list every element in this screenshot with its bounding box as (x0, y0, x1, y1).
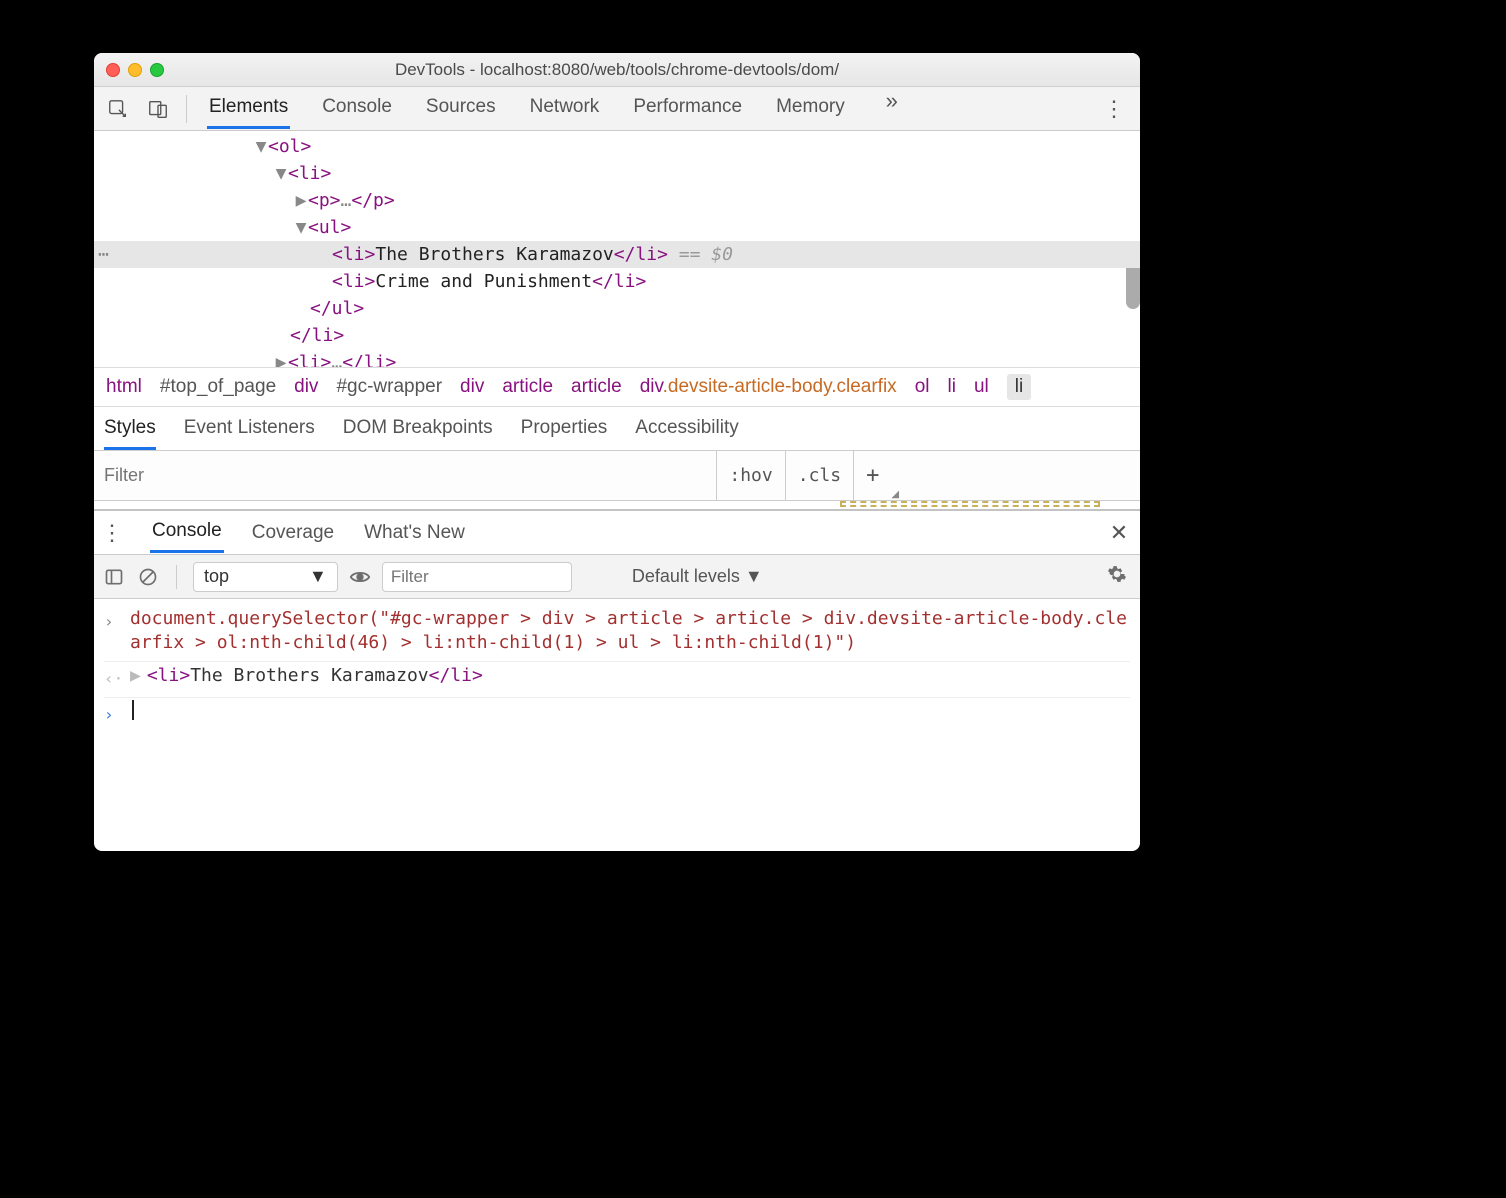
window-title: DevTools - localhost:8080/web/tools/chro… (104, 60, 1130, 80)
window-controls (106, 63, 164, 77)
settings-kebab-icon[interactable]: ⋮ (1094, 96, 1134, 122)
console-command: document.querySelector("#gc-wrapper > di… (130, 607, 1130, 655)
breadcrumb-item[interactable]: #gc-wrapper (336, 376, 442, 398)
device-toolbar-icon[interactable] (140, 98, 176, 120)
console-controls: top ▼ Default levels ▼ (94, 555, 1140, 599)
titlebar: DevTools - localhost:8080/web/tools/chro… (94, 53, 1140, 87)
console-prompt-row[interactable]: › (104, 698, 1130, 733)
breadcrumb-item[interactable]: li (1007, 374, 1031, 400)
drawer-tabs: ⋮ Console Coverage What's New ✕ (94, 511, 1140, 555)
breadcrumb-item[interactable]: article (502, 376, 553, 398)
drawer-tab-console[interactable]: Console (150, 512, 224, 553)
subtab-properties[interactable]: Properties (521, 407, 608, 450)
tab-performance[interactable]: Performance (631, 88, 744, 129)
zoom-window-button[interactable] (150, 63, 164, 77)
dom-tree-row[interactable]: </li> (94, 322, 1140, 349)
separator (176, 565, 177, 589)
hov-toggle[interactable]: :hov (716, 451, 784, 500)
minimize-window-button[interactable] (128, 63, 142, 77)
drawer-kebab-icon[interactable]: ⋮ (100, 520, 124, 546)
devtools-window: DevTools - localhost:8080/web/tools/chro… (94, 53, 1140, 851)
console-input-row: › document.querySelector("#gc-wrapper > … (104, 605, 1130, 662)
separator (186, 95, 187, 123)
input-arrow-icon: › (104, 610, 118, 634)
more-tabs-icon[interactable]: » (877, 88, 907, 129)
drawer-tab-coverage[interactable]: Coverage (250, 514, 336, 552)
breadcrumb-item[interactable]: div (294, 376, 318, 398)
subtab-dom-breakpoints[interactable]: DOM Breakpoints (343, 407, 493, 450)
subtab-accessibility[interactable]: Accessibility (635, 407, 738, 450)
expand-triangle-icon[interactable]: ▶ (130, 665, 141, 686)
box-model-preview (840, 501, 1100, 507)
cls-toggle[interactable]: .cls (785, 451, 853, 500)
breadcrumb-item[interactable]: li (947, 376, 955, 398)
tab-console[interactable]: Console (320, 88, 394, 129)
dom-tree-row[interactable]: </ul> (94, 295, 1140, 322)
elements-subtabs: Styles Event Listeners DOM Breakpoints P… (94, 407, 1140, 451)
drawer-close-icon[interactable]: ✕ (1104, 520, 1134, 546)
dom-tree-row[interactable]: ▶<p>…</p> (94, 187, 1140, 214)
dom-tree-row[interactable]: ▼<ol> (94, 133, 1140, 160)
dom-tree-row[interactable]: ▼<ul> (94, 214, 1140, 241)
clear-console-icon[interactable] (136, 567, 160, 587)
breadcrumb-item[interactable]: ul (974, 376, 989, 398)
output-arrow-icon: ‹· (104, 667, 118, 691)
breadcrumb-item[interactable]: ol (915, 376, 930, 398)
tab-memory[interactable]: Memory (774, 88, 847, 129)
drawer-tab-whatsnew[interactable]: What's New (362, 514, 467, 552)
close-window-button[interactable] (106, 63, 120, 77)
context-value: top (204, 566, 229, 587)
tab-elements[interactable]: Elements (207, 88, 290, 129)
cursor (132, 700, 134, 720)
main-toolbar: Elements Console Sources Network Perform… (94, 87, 1140, 131)
main-tabs: Elements Console Sources Network Perform… (207, 88, 1090, 129)
drawer: ⋮ Console Coverage What's New ✕ top ▼ De (94, 509, 1140, 851)
breadcrumb-item[interactable]: #top_of_page (160, 376, 276, 398)
dom-tree-row[interactable]: ⋯<li>The Brothers Karamazov</li> == $0 (94, 241, 1140, 268)
subtab-event-listeners[interactable]: Event Listeners (184, 407, 315, 450)
log-levels-selector[interactable]: Default levels ▼ (632, 566, 763, 587)
tab-network[interactable]: Network (528, 88, 602, 129)
context-selector[interactable]: top ▼ (193, 562, 338, 592)
resize-corner-icon[interactable]: ◢ (891, 489, 899, 500)
breadcrumb-item[interactable]: div.devsite-article-body.clearfix (640, 376, 897, 398)
console-filter-input[interactable] (382, 562, 572, 592)
styles-filter-input[interactable] (94, 457, 716, 494)
prompt-arrow-icon: › (104, 703, 118, 727)
new-style-rule-button[interactable]: + (853, 451, 891, 500)
dom-tree[interactable]: ▼<ol>▼<li>▶<p>…</p>▼<ul>⋯<li>The Brother… (94, 131, 1140, 367)
tab-sources[interactable]: Sources (424, 88, 498, 129)
styles-toolbar: :hov .cls + ◢ (94, 451, 1140, 501)
console-settings-gear-icon[interactable] (1102, 564, 1132, 590)
styles-content (94, 501, 1140, 509)
breadcrumb-bar: html #top_of_page div #gc-wrapper div article… (94, 367, 1140, 407)
subtab-styles[interactable]: Styles (104, 407, 156, 450)
breadcrumb-item[interactable]: div (460, 376, 484, 398)
live-expression-eye-icon[interactable] (348, 566, 372, 588)
breadcrumb-item[interactable]: article (571, 376, 622, 398)
inspect-element-icon[interactable] (100, 98, 136, 120)
console-result: ▶<li>The Brothers Karamazov</li> (130, 664, 483, 688)
chevron-down-icon: ▼ (309, 566, 327, 587)
console-log[interactable]: › document.querySelector("#gc-wrapper > … (94, 599, 1140, 739)
breadcrumb-item[interactable]: html (106, 376, 142, 398)
console-output-row: ‹· ▶<li>The Brothers Karamazov</li> (104, 662, 1130, 698)
dom-tree-row[interactable]: <li>Crime and Punishment</li> (94, 268, 1140, 295)
dom-tree-row[interactable]: ▼<li> (94, 160, 1140, 187)
console-sidebar-toggle-icon[interactable] (102, 567, 126, 587)
dom-tree-row[interactable]: ▶<li>…</li> (94, 349, 1140, 367)
